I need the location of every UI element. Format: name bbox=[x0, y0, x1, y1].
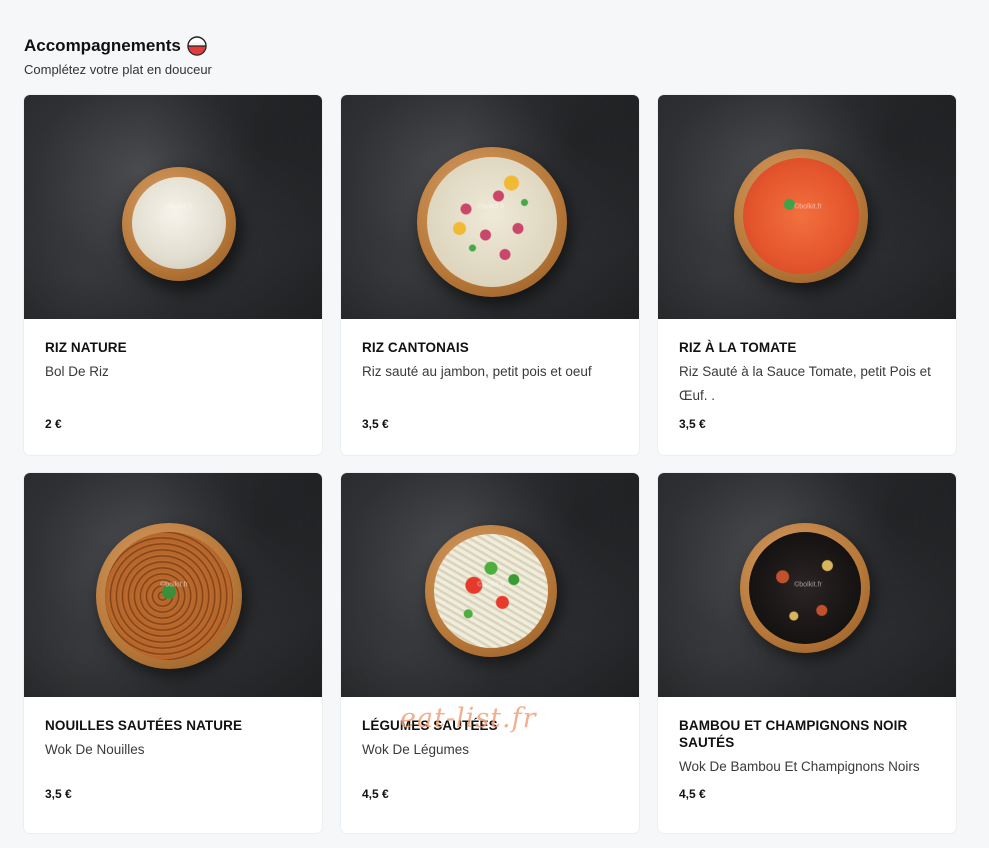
product-image: ©bolkit.fr bbox=[341, 95, 639, 319]
product-price: 3,5 € bbox=[45, 787, 72, 801]
section-subtitle: Complétez votre plat en douceur bbox=[24, 62, 212, 77]
product-body: RIZ À LA TOMATE Riz Sauté à la Sauce Tom… bbox=[679, 339, 940, 408]
product-price: 2 € bbox=[45, 417, 62, 431]
section-header: Accompagnements Complétez votre plat en … bbox=[24, 36, 212, 77]
image-watermark: ©bolkit.fr bbox=[794, 203, 822, 211]
image-watermark: ©bolkit.fr bbox=[794, 581, 822, 589]
product-card[interactable]: ©bolkit.fr LÉGUMES SAUTÉES Wok De Légume… bbox=[341, 473, 639, 833]
page-watermark: eat-list.fr bbox=[400, 703, 537, 734]
product-name: RIZ À LA TOMATE bbox=[679, 340, 797, 355]
image-watermark: ©bolkit.fr bbox=[477, 581, 505, 589]
product-card[interactable]: ©bolkit.fr RIZ CANTONAIS Riz sauté au ja… bbox=[341, 95, 639, 455]
product-description: Wok De Nouilles bbox=[45, 742, 145, 757]
product-body: NOUILLES SAUTÉES NATURE Wok De Nouilles bbox=[45, 717, 306, 762]
product-name: NOUILLES SAUTÉES NATURE bbox=[45, 718, 243, 733]
product-card[interactable]: ©bolkit.fr RIZ NATURE Bol De Riz 2 € bbox=[24, 95, 322, 455]
product-price: 4,5 € bbox=[362, 787, 389, 801]
product-image: ©bolkit.fr bbox=[341, 473, 639, 697]
rice-bowl-icon bbox=[187, 36, 207, 56]
product-image: ©bolkit.fr bbox=[24, 95, 322, 319]
product-card[interactable]: ©bolkit.fr RIZ À LA TOMATE Riz Sauté à l… bbox=[658, 95, 956, 455]
product-price: 4,5 € bbox=[679, 787, 706, 801]
product-price: 3,5 € bbox=[679, 417, 706, 431]
product-name: BAMBOU ET CHAMPIGNONS NOIR SAUTÉS bbox=[679, 718, 908, 750]
product-image: ©bolkit.fr bbox=[24, 473, 322, 697]
product-card[interactable]: ©bolkit.fr BAMBOU ET CHAMPIGNONS NOIR SA… bbox=[658, 473, 956, 833]
product-name: RIZ CANTONAIS bbox=[362, 340, 469, 355]
product-description: Wok De Bambou Et Champignons Noirs bbox=[679, 759, 920, 774]
section-title-row: Accompagnements bbox=[24, 36, 212, 56]
image-watermark: ©bolkit.fr bbox=[477, 203, 505, 211]
product-description: Wok De Légumes bbox=[362, 742, 470, 757]
product-description: Riz sauté au jambon, petit pois et oeuf bbox=[362, 364, 592, 379]
image-watermark: ©bolkit.fr bbox=[165, 203, 193, 211]
product-description: Bol De Riz bbox=[45, 364, 109, 379]
image-watermark: ©bolkit.fr bbox=[160, 581, 188, 589]
product-image: ©bolkit.fr bbox=[658, 95, 956, 319]
product-body: RIZ CANTONAIS Riz sauté au jambon, petit… bbox=[362, 339, 623, 384]
product-price: 3,5 € bbox=[362, 417, 389, 431]
product-name: RIZ NATURE bbox=[45, 340, 127, 355]
product-image: ©bolkit.fr bbox=[658, 473, 956, 697]
section-title: Accompagnements bbox=[24, 36, 181, 55]
product-card[interactable]: ©bolkit.fr NOUILLES SAUTÉES NATURE Wok D… bbox=[24, 473, 322, 833]
product-body: RIZ NATURE Bol De Riz bbox=[45, 339, 306, 384]
product-body: BAMBOU ET CHAMPIGNONS NOIR SAUTÉS Wok De… bbox=[679, 717, 940, 779]
product-description: Riz Sauté à la Sauce Tomate, petit Pois … bbox=[679, 364, 931, 403]
